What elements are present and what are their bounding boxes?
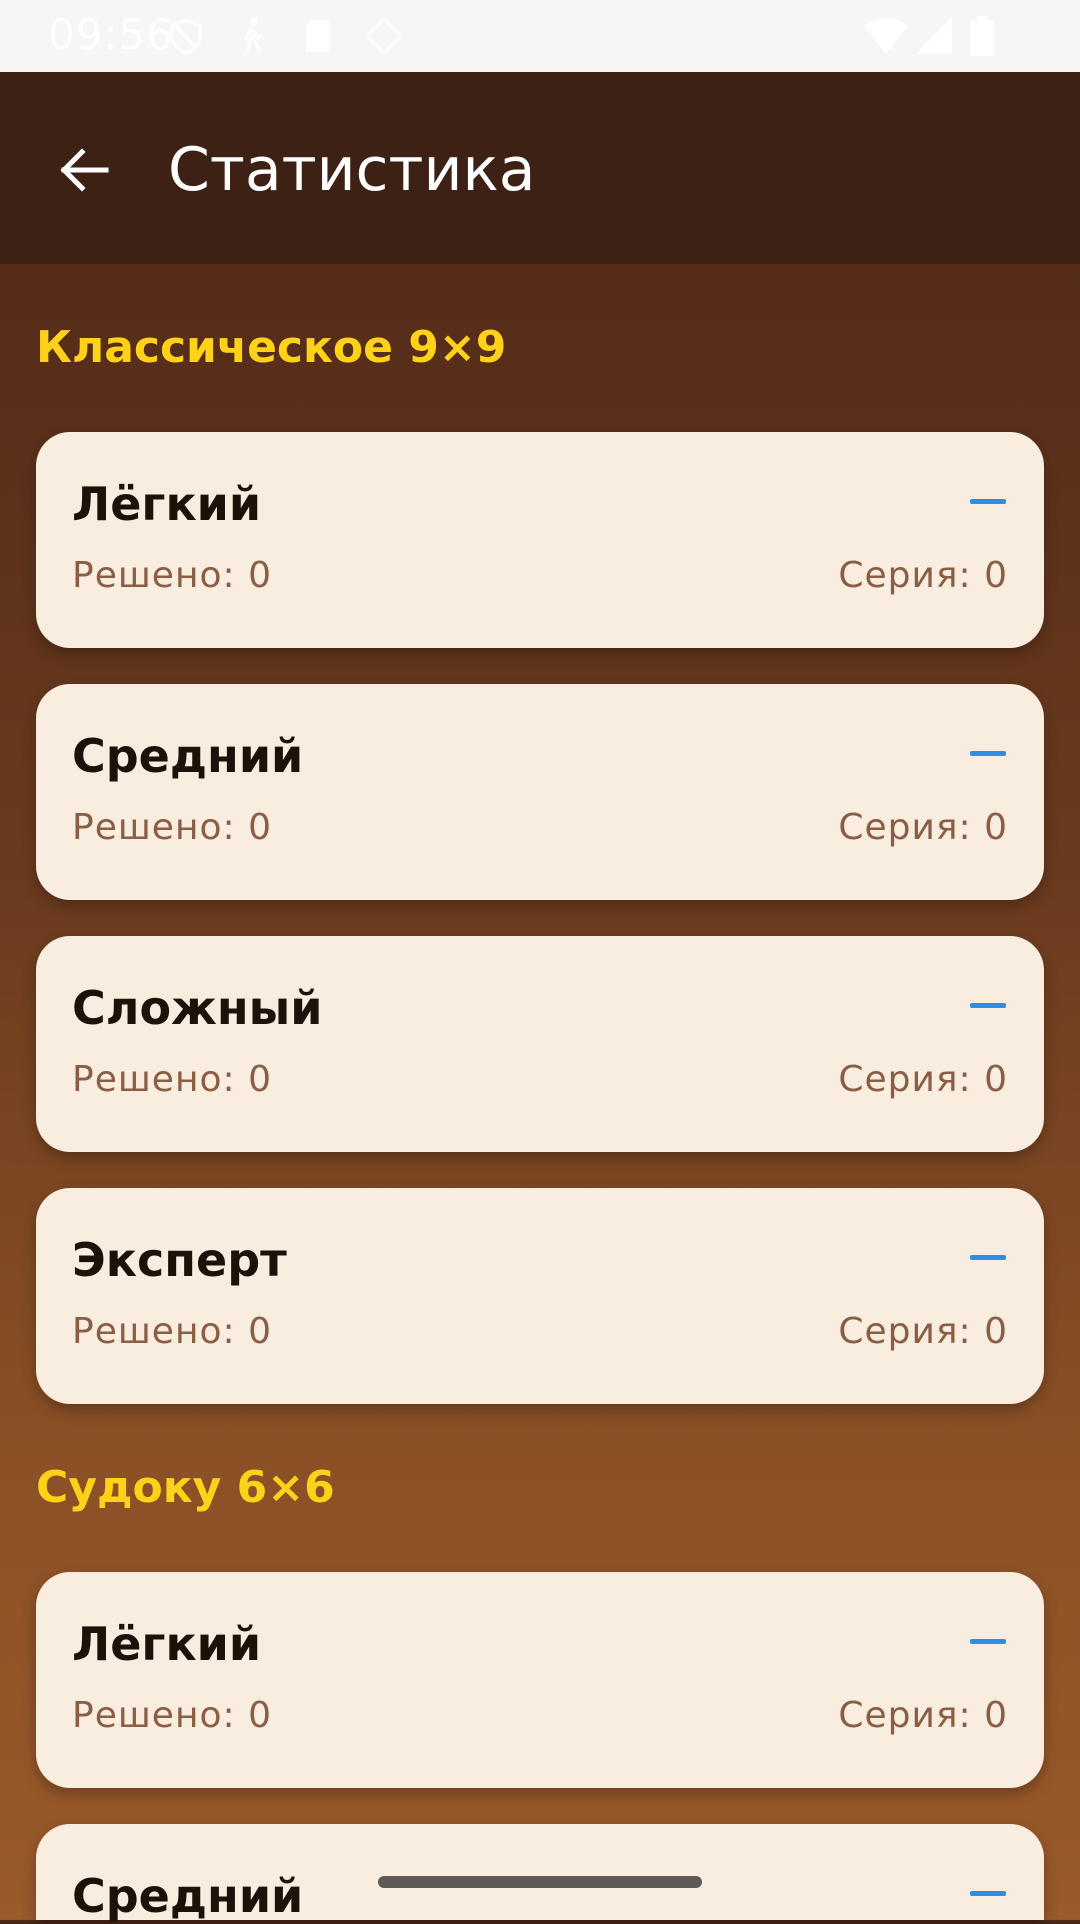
dash-icon [970,751,1006,756]
difficulty-label: Лёгкий [72,1617,262,1671]
home-indicator[interactable] [378,1876,702,1888]
sd-card-icon [298,16,338,56]
dash-icon [970,1639,1006,1644]
solved-count: Решено: 0 [72,1311,272,1352]
solved-count: Решено: 0 [72,807,272,848]
solved-count: Решено: 0 [72,555,272,596]
wifi-icon [862,16,910,56]
section-title-classic: Классическое 9×9 [36,322,507,373]
solved-count: Решено: 0 [72,1059,272,1100]
stat-card-6x6-easy[interactable]: Лёгкий Решено: 0 Серия: 0 [36,1572,1044,1788]
difficulty-label: Средний [72,1869,304,1923]
arrow-back-icon [56,142,112,202]
difficulty-label: Средний [72,729,304,783]
streak-count: Серия: 0 [838,1059,1008,1100]
streak-count: Серия: 0 [838,807,1008,848]
signal-icon [914,16,954,56]
solved-count: Решено: 0 [72,1695,272,1736]
stats-list[interactable]: Классическое 9×9 Лёгкий Решено: 0 Серия:… [0,264,1080,1923]
shield-icon [166,16,206,56]
streak-count: Серия: 0 [838,555,1008,596]
dash-icon [970,499,1006,504]
section-title-6x6: Судоку 6×6 [36,1462,335,1513]
dash-icon [970,1003,1006,1008]
status-time: 09:56 [48,10,175,59]
difficulty-label: Лёгкий [72,477,262,531]
difficulty-label: Эксперт [72,1233,287,1287]
stat-card-classic-medium[interactable]: Средний Решено: 0 Серия: 0 [36,684,1044,900]
stat-card-classic-hard[interactable]: Сложный Решено: 0 Серия: 0 [36,936,1044,1152]
difficulty-label: Сложный [72,981,323,1035]
walking-icon [232,16,272,56]
streak-count: Серия: 0 [838,1695,1008,1736]
location-icon [364,16,404,56]
page-title: Статистика [168,135,536,205]
app-bar: Статистика [0,72,1080,264]
back-button[interactable] [40,128,128,216]
stat-card-classic-easy[interactable]: Лёгкий Решено: 0 Серия: 0 [36,432,1044,648]
status-bar: 09:56 [0,0,1080,72]
dash-icon [970,1255,1006,1260]
stat-card-6x6-medium[interactable]: Средний [36,1824,1044,1923]
streak-count: Серия: 0 [838,1311,1008,1352]
battery-icon [970,16,994,56]
stat-card-classic-expert[interactable]: Эксперт Решено: 0 Серия: 0 [36,1188,1044,1404]
dash-icon [970,1891,1006,1896]
